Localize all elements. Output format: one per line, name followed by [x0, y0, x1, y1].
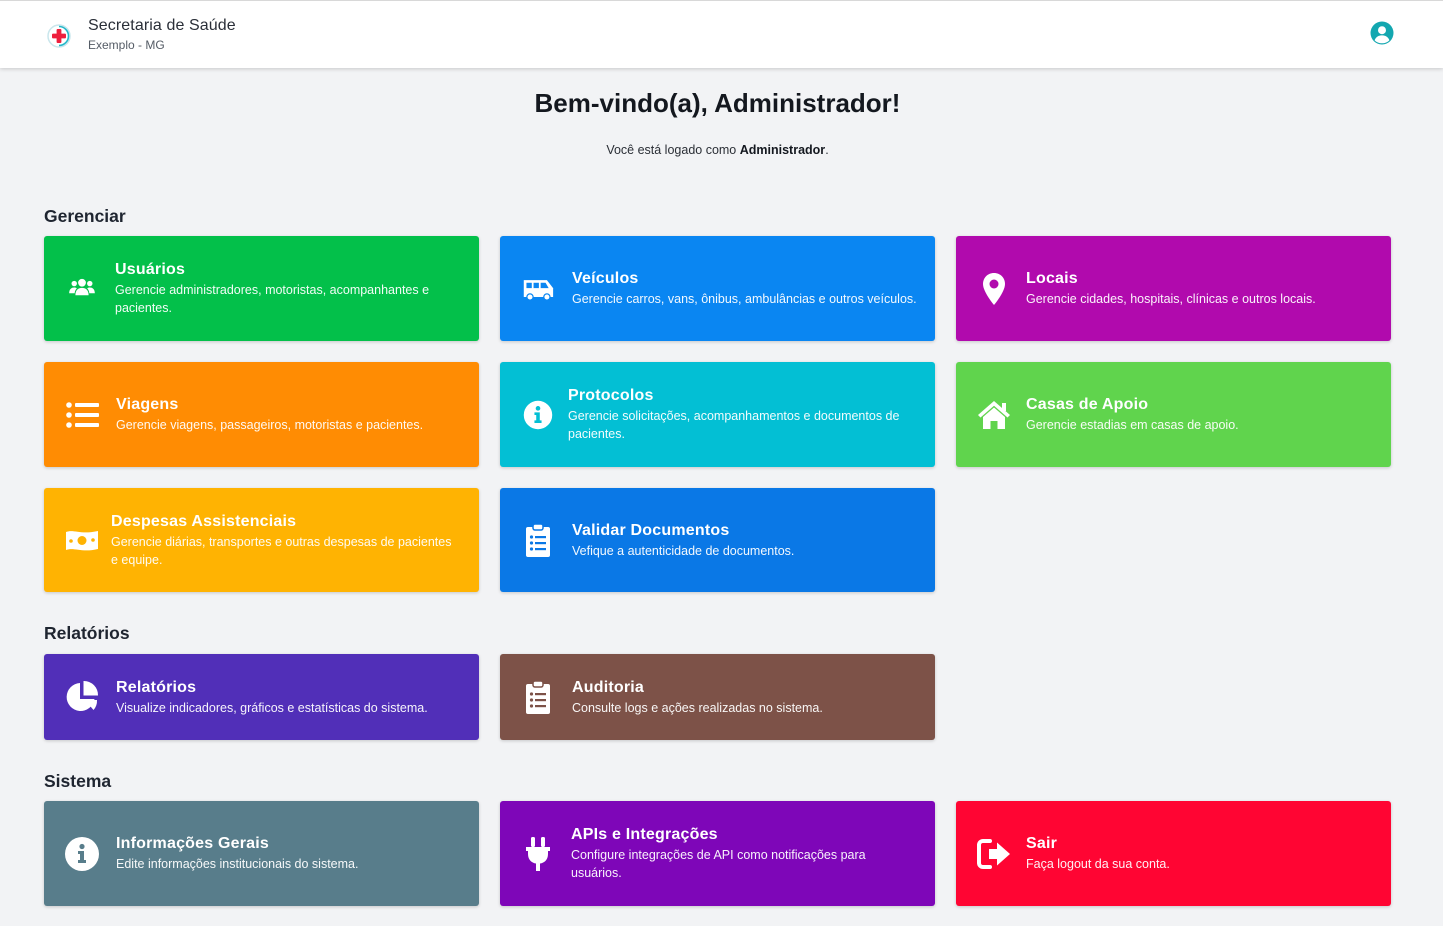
info-circle-icon [518, 395, 558, 435]
card-informacoes-gerais[interactable]: Informações Gerais Edite informações ins… [44, 801, 479, 906]
user-circle-icon[interactable] [1370, 21, 1394, 45]
card-description: Visualize indicadores, gráficos e estatí… [116, 700, 428, 715]
card-veiculos[interactable]: Veículos Gerencie carros, vans, ônibus, … [500, 236, 935, 341]
card-description: Consulte logs e ações realizadas no sist… [572, 700, 823, 715]
top-bar: Secretaria de Saúde Exemplo - MG [0, 0, 1443, 68]
card-auditoria[interactable]: Auditoria Consulte logs e ações realizad… [500, 654, 935, 740]
card-title: Despesas Assistenciais [111, 512, 297, 530]
users-icon [62, 269, 102, 309]
card-viagens[interactable]: Viagens Gerencie viagens, passageiros, m… [44, 362, 479, 467]
login-status-text: Você está logado como [606, 143, 737, 157]
login-status-suffix: . [825, 143, 829, 157]
card-description: Gerencie viagens, passageiros, motorista… [116, 418, 424, 432]
info-circle-icon [62, 834, 102, 874]
section-title-relatorios: Relatórios [44, 623, 130, 643]
card-sair[interactable]: Sair Faça logout da sua conta. [956, 801, 1391, 906]
card-title: Usuários [115, 261, 186, 278]
money-bill-icon [62, 520, 102, 560]
van-icon [518, 269, 558, 309]
card-title: Sair [1026, 835, 1058, 852]
card-relatorios[interactable]: Relatórios Visualize indicadores, gráfic… [44, 654, 479, 740]
card-protocolos[interactable]: Protocolos Gerencie solicitações, acompa… [500, 362, 935, 467]
card-description: Edite informações institucionais do sist… [116, 857, 359, 871]
sign-out-icon [974, 834, 1014, 874]
card-title: Protocolos [568, 387, 654, 404]
card-validar-documentos[interactable]: Validar Documentos Vefique a autenticida… [500, 488, 935, 592]
card-apis-e-integracoes[interactable]: APIs e Integrações Configure integrações… [500, 801, 935, 906]
card-title: APIs e Integrações [571, 826, 718, 843]
card-description: Gerencie solicitações, acompanhamentos e… [568, 409, 900, 441]
card-title: Veículos [572, 270, 639, 287]
card-description: Configure integrações de API como notifi… [571, 848, 866, 880]
card-description: Faça logout da sua conta. [1026, 857, 1170, 871]
card-description: Gerencie carros, vans, ônibus, ambulânci… [572, 292, 917, 306]
pie-chart-icon [62, 677, 102, 717]
medical-cross-icon [47, 24, 71, 48]
card-description: Gerencie estadias em casas de apoio. [1026, 418, 1239, 432]
card-title: Auditoria [572, 678, 645, 696]
section-title-sistema: Sistema [44, 771, 112, 791]
clipboard-list-icon [518, 520, 558, 560]
card-locais[interactable]: Locais Gerencie cidades, hospitais, clín… [956, 236, 1391, 341]
plug-icon [518, 834, 558, 874]
card-description: Gerencie diárias, transportes e outras d… [111, 534, 452, 567]
card-title: Viagens [116, 396, 179, 413]
section-title-gerenciar: Gerenciar [44, 206, 126, 226]
welcome-title: Bem-vindo(a), Administrador! [534, 88, 901, 118]
card-usuarios[interactable]: Usuários Gerencie administradores, motor… [44, 236, 479, 341]
card-despesas-assistenciais[interactable]: Despesas Assistenciais Gerencie diárias,… [44, 488, 479, 592]
clipboard-list-icon [518, 677, 558, 717]
welcome-subtitle: Você está logado como Administrador. [0, 143, 1435, 157]
home-icon [974, 395, 1014, 435]
card-description: Vefique a autenticidade de documentos. [572, 543, 795, 558]
list-icon [62, 395, 102, 435]
app-subtitle: Exemplo - MG [88, 38, 165, 52]
card-description: Gerencie administradores, motoristas, ac… [115, 283, 430, 315]
card-title: Relatórios [116, 678, 197, 696]
card-description: Gerencie cidades, hospitais, clínicas e … [1026, 292, 1316, 306]
map-pin-icon [974, 269, 1014, 309]
card-title: Informações Gerais [116, 835, 269, 852]
card-title: Casas de Apoio [1026, 396, 1149, 413]
card-title: Locais [1026, 270, 1078, 287]
app-title: Secretaria de Saúde [88, 17, 236, 34]
card-casas-de-apoio[interactable]: Casas de Apoio Gerencie estadias em casa… [956, 362, 1391, 467]
user-role: Administrador [739, 143, 826, 157]
card-title: Validar Documentos [572, 521, 730, 539]
